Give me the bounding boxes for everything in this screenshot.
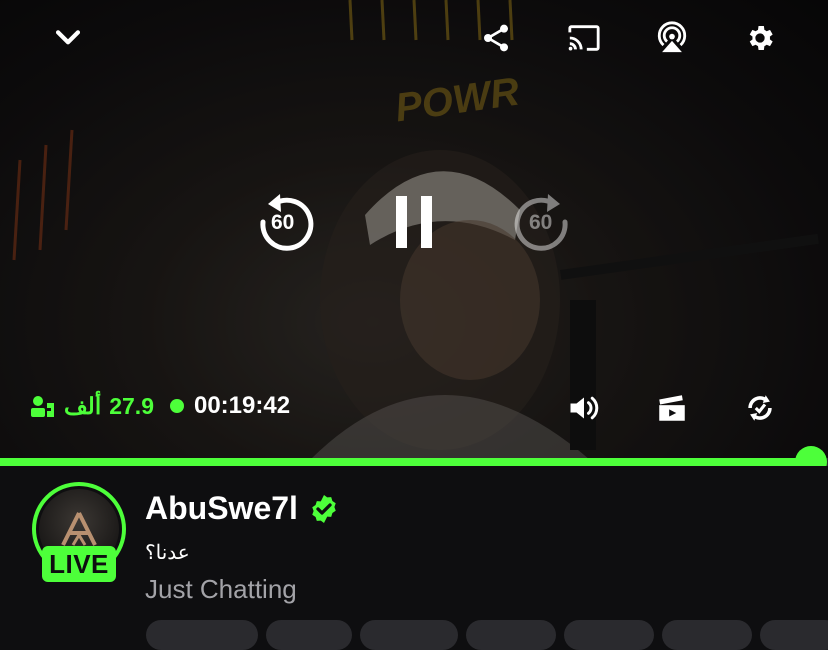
share-button[interactable] bbox=[474, 16, 518, 60]
viewers-icon bbox=[31, 396, 54, 417]
channel-name-row[interactable]: AbuSwe7l bbox=[145, 490, 340, 527]
live-label: LIVE bbox=[49, 548, 109, 579]
viewer-count: ألف 27.9 bbox=[30, 393, 154, 420]
tag-chip[interactable] bbox=[662, 620, 752, 650]
share-icon bbox=[484, 24, 508, 52]
cast-button[interactable] bbox=[562, 16, 606, 60]
airplay-button[interactable] bbox=[650, 16, 694, 60]
airplay-icon bbox=[657, 21, 687, 53]
tag-chip[interactable] bbox=[146, 620, 258, 650]
progress-bar[interactable] bbox=[0, 446, 828, 478]
pause-button[interactable] bbox=[388, 188, 440, 256]
viewer-unit: ألف bbox=[64, 392, 102, 419]
video-player[interactable]: POWR 60 60 ألف 27.9 00:19:42 bbox=[0, 0, 828, 460]
elapsed-time: 00:19:42 bbox=[193, 392, 291, 419]
channel-info: LIVE AbuSwe7l عدنا؟ Just Chatting bbox=[0, 466, 828, 650]
forward-button[interactable]: 60 bbox=[508, 188, 576, 256]
tag-chip[interactable] bbox=[266, 620, 352, 650]
gear-icon bbox=[749, 26, 773, 50]
stream-title: عدنا؟ bbox=[145, 542, 190, 564]
rewind-seconds: 60 bbox=[271, 211, 295, 234]
rotate-button[interactable] bbox=[738, 386, 782, 430]
live-indicator-dot bbox=[169, 399, 184, 413]
cast-icon bbox=[568, 25, 600, 51]
verified-icon bbox=[312, 494, 336, 523]
tag-chip[interactable] bbox=[466, 620, 556, 650]
channel-logo-icon bbox=[61, 512, 97, 546]
volume-button[interactable] bbox=[562, 386, 606, 430]
stream-status: ألف 27.9 00:19:42 bbox=[30, 388, 290, 424]
chevron-down-icon bbox=[55, 30, 81, 45]
channel-name: AbuSwe7l bbox=[145, 490, 298, 526]
tag-chip[interactable] bbox=[760, 620, 828, 650]
progress-fill bbox=[0, 458, 812, 466]
viewer-number: 27.9 bbox=[109, 392, 154, 419]
collapse-button[interactable] bbox=[46, 16, 90, 60]
live-badge: LIVE bbox=[42, 546, 116, 582]
tag-chip[interactable] bbox=[564, 620, 654, 650]
settings-button[interactable] bbox=[738, 16, 782, 60]
category-link[interactable]: Just Chatting bbox=[145, 574, 297, 605]
tag-chip[interactable] bbox=[360, 620, 458, 650]
forward-seconds: 60 bbox=[529, 211, 553, 234]
clip-icon bbox=[659, 395, 685, 421]
rotate-icon bbox=[748, 395, 772, 421]
clip-button[interactable] bbox=[650, 386, 694, 430]
volume-icon bbox=[570, 396, 599, 420]
rewind-button[interactable]: 60 bbox=[252, 188, 320, 256]
pause-icon bbox=[396, 196, 432, 248]
